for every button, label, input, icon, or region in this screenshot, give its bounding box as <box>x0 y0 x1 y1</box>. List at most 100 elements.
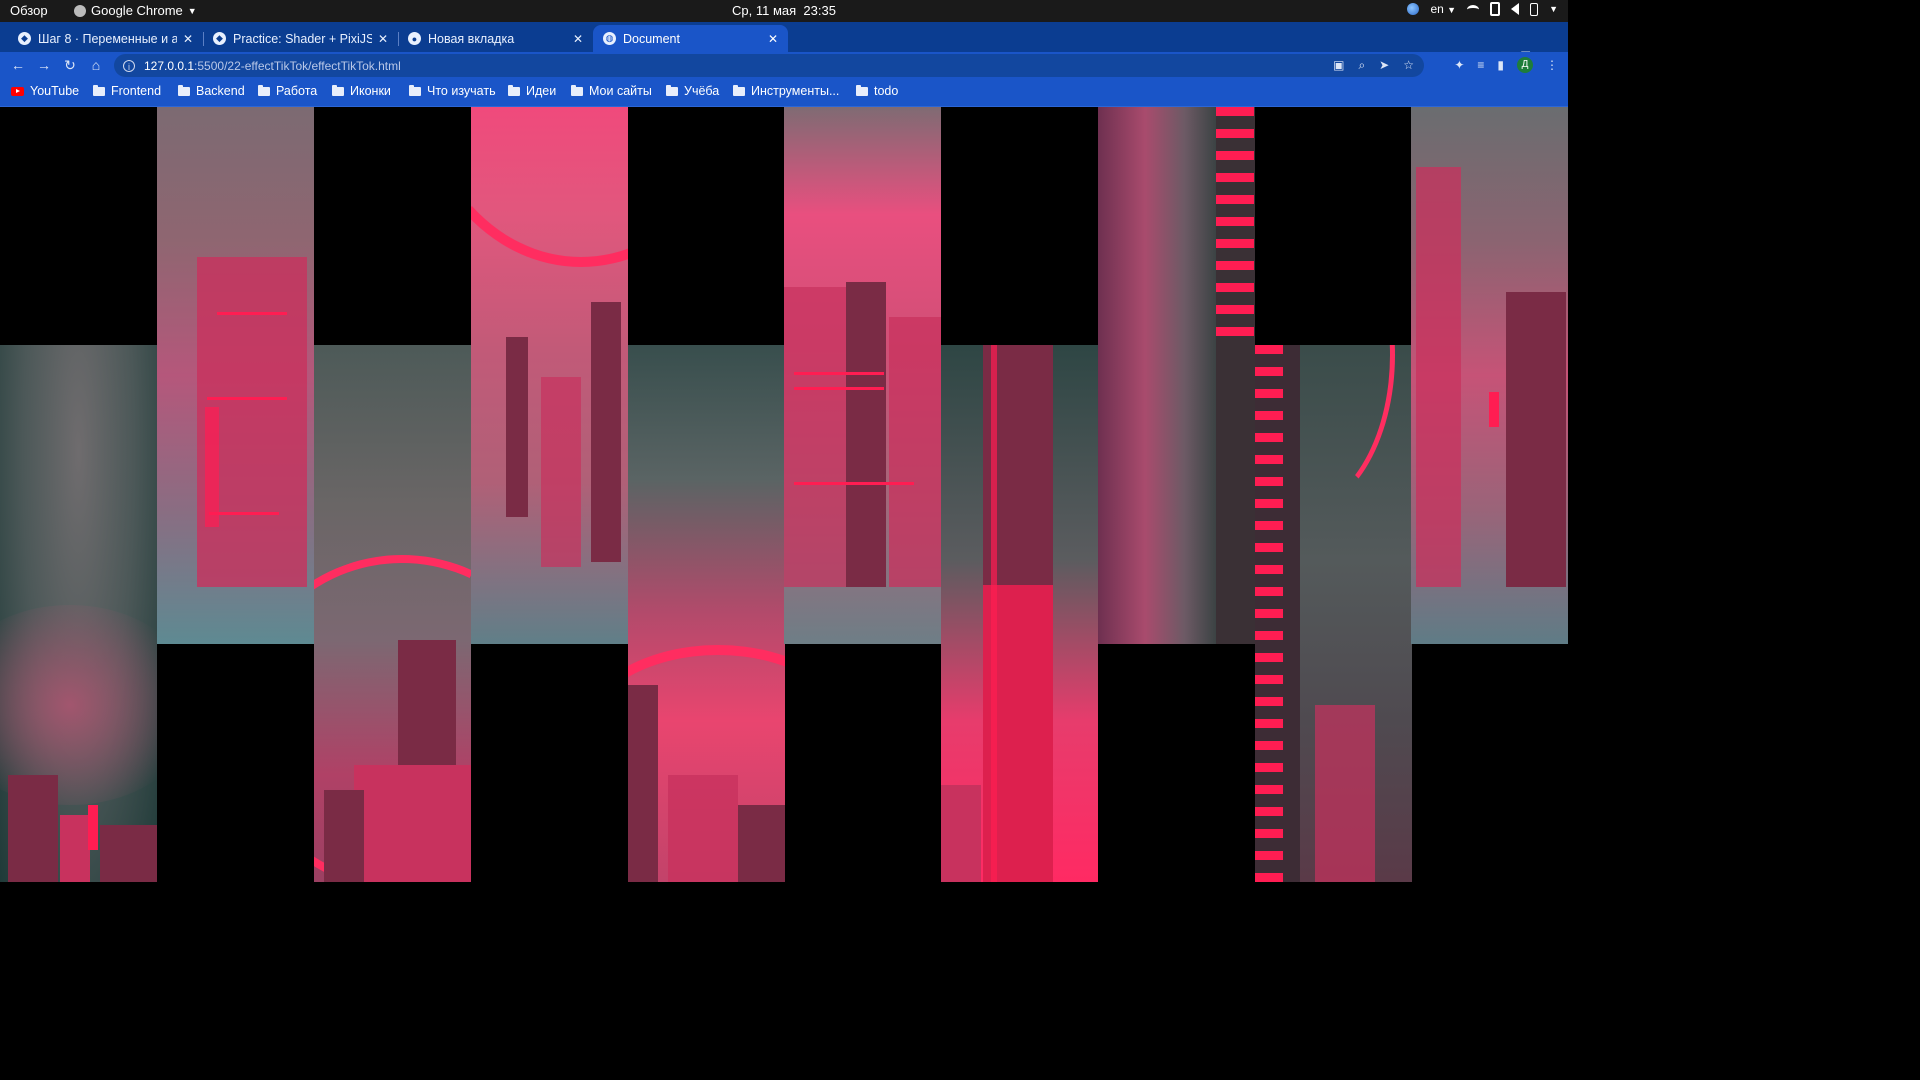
folder-icon <box>571 84 583 96</box>
keyboard-layout-label: en <box>1430 2 1444 16</box>
folder-icon <box>409 84 421 96</box>
tab-title: Шаг 8 · Переменные и ар <box>38 31 177 46</box>
tab-document[interactable]: ◍ Document ✕ <box>593 25 788 52</box>
slice-panel <box>471 107 628 644</box>
keyboard-layout-indicator[interactable]: en ▼ <box>1430 2 1456 16</box>
bookmark-label: Идеи <box>526 84 557 98</box>
bookmark-moi-saity[interactable]: Мои сайты <box>571 84 652 98</box>
bookmark-idei[interactable]: Идеи <box>508 84 556 98</box>
bookmark-label: Мои сайты <box>589 84 652 98</box>
image-slice <box>784 107 941 882</box>
home-icon[interactable]: ⌂ <box>88 57 104 73</box>
site-info-icon[interactable]: i <box>123 59 135 72</box>
zoom-icon[interactable]: ⌕ <box>1358 58 1365 73</box>
folder-icon <box>178 84 190 96</box>
bookmark-label: Работа <box>276 84 318 98</box>
volume-icon <box>1511 3 1520 15</box>
tab-title: Новая вкладка <box>428 31 515 46</box>
bluetooth-icon <box>1490 2 1501 16</box>
close-icon[interactable]: ✕ <box>571 32 585 46</box>
clock[interactable]: Ср, 11 мая 23:35 <box>0 3 1568 18</box>
slice-panel <box>157 107 314 644</box>
folder-icon <box>856 84 868 96</box>
image-slice <box>1411 107 1568 882</box>
system-tray[interactable]: en ▼ ▼ <box>1407 2 1558 16</box>
slice-panel <box>628 345 785 882</box>
bookmark-backend[interactable]: Backend <box>178 84 245 98</box>
reload-icon[interactable]: ↻ <box>62 57 78 73</box>
extensions-icon[interactable]: ✦ <box>1454 58 1464 72</box>
bookmark-label: Frontend <box>111 84 162 98</box>
image-slice <box>0 107 157 882</box>
kebab-menu-icon[interactable]: ⋮ <box>1546 58 1558 72</box>
side-panel-icon[interactable]: ▮ <box>1497 58 1504 72</box>
url-text[interactable]: 127.0.0.1:5500/22-effectTikTok/effectTik… <box>144 59 401 73</box>
neon-stripe-column <box>1255 345 1283 882</box>
image-slice <box>941 107 1098 882</box>
bookmark-frontend[interactable]: Frontend <box>93 84 161 98</box>
toolbar-right-actions: ✦ ≡ ▮ Д ⋮ <box>1454 57 1558 73</box>
tab-title: Document <box>623 31 680 46</box>
bookmark-label: Учёба <box>684 84 720 98</box>
url-host: 127.0.0.1 <box>144 58 195 73</box>
youtube-icon <box>11 86 24 96</box>
tab-new-tab[interactable]: ● Новая вкладка ✕ <box>398 25 593 52</box>
close-icon[interactable]: ✕ <box>766 32 780 46</box>
bookmark-ikonki[interactable]: Иконки <box>332 84 391 98</box>
translate-icon[interactable]: ▣ <box>1333 58 1344 73</box>
slice-panel <box>941 345 1098 882</box>
tab-step8[interactable]: ◆ Шаг 8 · Переменные и ар ✕ <box>8 25 203 52</box>
globe-icon[interactable] <box>1407 3 1420 15</box>
image-slice <box>628 107 785 882</box>
battery-icon <box>1530 2 1539 16</box>
slice-panel <box>314 345 471 882</box>
bookmark-label: YouTube <box>30 84 80 98</box>
chevron-down-icon[interactable]: ▼ <box>1549 4 1558 14</box>
omnibox-actions: ▣ ⌕ ➤ ☆ <box>1333 58 1414 73</box>
clock-date: Ср, 11 мая <box>732 3 797 18</box>
page-canvas <box>0 107 1568 882</box>
chevron-down-icon: ▼ <box>1447 5 1457 15</box>
tab-practice-shader[interactable]: ◆ Practice: Shader + PixiJS F ✕ <box>203 25 398 52</box>
image-slice <box>157 107 314 882</box>
bookmark-star-icon[interactable]: ☆ <box>1403 58 1414 73</box>
address-bar[interactable]: i 127.0.0.1:5500/22-effectTikTok/effectT… <box>114 54 1424 77</box>
folder-icon <box>666 84 678 96</box>
folder-icon <box>332 84 344 96</box>
folder-icon <box>93 84 105 96</box>
bookmark-label: Что изучать <box>427 84 496 98</box>
forward-arrow-icon[interactable]: → <box>36 57 52 73</box>
url-path: :5500/22-effectTikTok/effectTikTok.html <box>194 58 401 73</box>
close-icon[interactable]: ✕ <box>376 32 390 46</box>
browser-toolbar: ← → ↻ ⌂ i 127.0.0.1:5500/22-effectTikTok… <box>0 52 1568 79</box>
bookmarks-bar: YouTube Frontend Backend Работа Иконки Ч… <box>0 79 1568 107</box>
slice-panel <box>1411 107 1568 644</box>
send-icon[interactable]: ➤ <box>1379 58 1389 73</box>
bookmark-todo[interactable]: todo <box>856 84 898 98</box>
profile-avatar[interactable]: Д <box>1517 57 1533 73</box>
slice-panel <box>0 345 157 882</box>
folder-icon <box>733 84 745 96</box>
image-slice <box>314 107 471 882</box>
back-arrow-icon[interactable]: ← <box>10 57 26 73</box>
clock-time: 23:35 <box>803 3 836 18</box>
image-slice <box>471 107 628 882</box>
bookmark-label: todo <box>874 84 899 98</box>
bookmark-rabota[interactable]: Работа <box>258 84 317 98</box>
chrome-icon: ● <box>408 32 421 45</box>
neon-stripe-column <box>1216 107 1254 345</box>
bookmark-youtube[interactable]: YouTube <box>11 84 79 98</box>
tab-title: Practice: Shader + PixiJS F <box>233 31 372 46</box>
tab-strip: ◆ Шаг 8 · Переменные и ар ✕ ◆ Practice: … <box>0 22 1568 67</box>
globe-icon: ◍ <box>603 32 616 45</box>
close-icon[interactable]: ✕ <box>181 32 195 46</box>
codepen-icon: ◆ <box>18 32 31 45</box>
folder-icon <box>258 84 270 96</box>
system-top-bar: Обзор Google Chrome ▼ Ср, 11 мая 23:35 e… <box>0 0 1568 22</box>
bookmark-ucheba[interactable]: Учёба <box>666 84 719 98</box>
bookmark-label: Инструменты... <box>751 84 840 98</box>
bookmark-chto-izuchat[interactable]: Что изучать <box>409 84 496 98</box>
folder-icon <box>508 84 520 96</box>
reading-list-icon[interactable]: ≡ <box>1477 58 1484 72</box>
bookmark-instrumenty[interactable]: Инструменты... <box>733 84 839 98</box>
